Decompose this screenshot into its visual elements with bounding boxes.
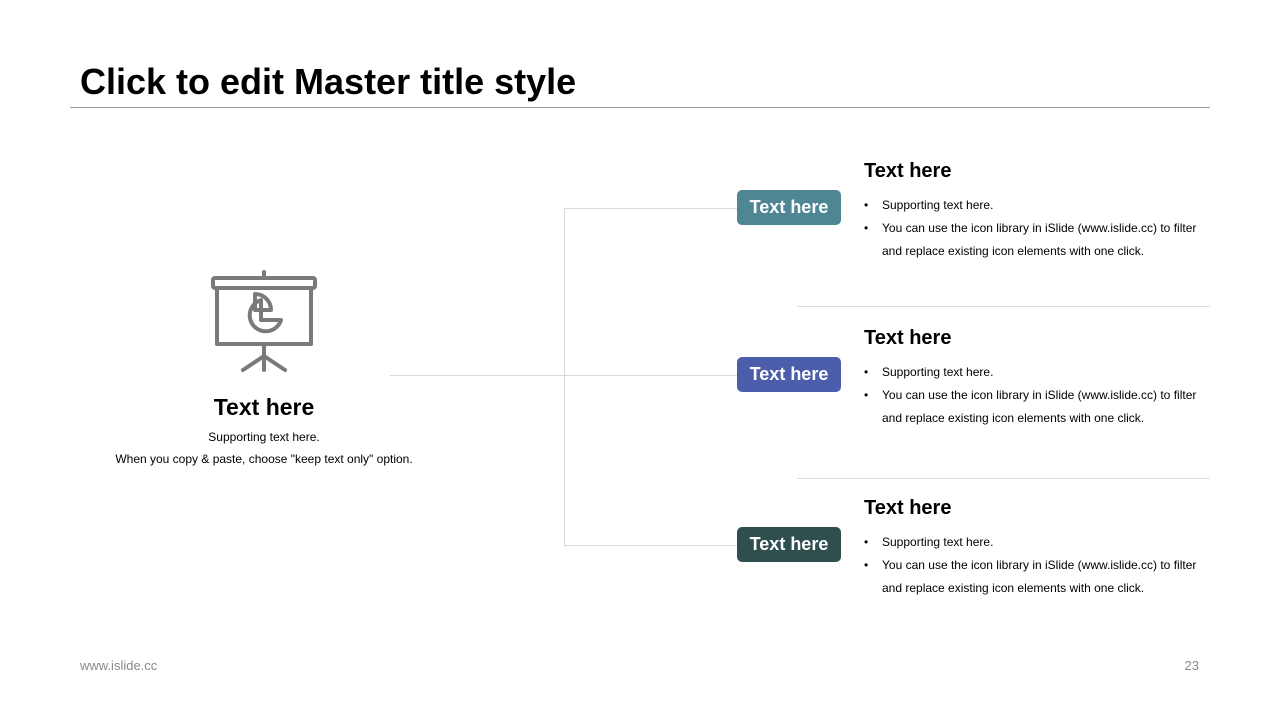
item-3: Text here • Supporting text here. • You ca… bbox=[864, 495, 1210, 600]
left-heading[interactable]: Text here bbox=[100, 392, 428, 422]
footer-website: www.islide.cc bbox=[80, 658, 158, 673]
item-3-bullets: • Supporting text here. • You can use the … bbox=[864, 531, 1210, 600]
bullet-item: • You can use the icon library in iSlide … bbox=[864, 217, 1210, 263]
bullet-item: • Supporting text here. bbox=[864, 194, 1210, 217]
bullet-text: You can use the icon library in iSlide (… bbox=[882, 388, 1197, 425]
bullet-text: Supporting text here. bbox=[882, 365, 994, 379]
left-supporting-line-2: When you copy & paste, choose "keep text… bbox=[115, 452, 413, 466]
bullet-item: • You can use the icon library in iSlide … bbox=[864, 384, 1210, 430]
bullet-dot: • bbox=[864, 365, 869, 379]
presentation-pie-chart-icon bbox=[211, 270, 317, 372]
divider-1 bbox=[797, 306, 1210, 307]
bullet-dot: • bbox=[864, 388, 869, 402]
connector-vertical bbox=[564, 208, 565, 546]
item-2-heading[interactable]: Text here bbox=[864, 325, 1210, 351]
item-1: Text here • Supporting text here. • You ca… bbox=[864, 158, 1210, 263]
item-2: Text here • Supporting text here. • You ca… bbox=[864, 325, 1210, 430]
left-summary-block: Text here Supporting text here. When you… bbox=[100, 270, 428, 470]
item-1-heading[interactable]: Text here bbox=[864, 158, 1210, 184]
bullet-text: You can use the icon library in iSlide (… bbox=[882, 221, 1197, 258]
bullet-text: Supporting text here. bbox=[882, 535, 994, 549]
item-3-heading[interactable]: Text here bbox=[864, 495, 1210, 521]
slide-title[interactable]: Click to edit Master title style bbox=[80, 60, 576, 104]
item-3-pill[interactable]: Text here bbox=[737, 527, 841, 562]
bullet-text: You can use the icon library in iSlide (… bbox=[882, 558, 1197, 595]
bullet-text: Supporting text here. bbox=[882, 198, 994, 212]
page-number: 23 bbox=[1184, 658, 1199, 673]
bullet-item: • Supporting text here. bbox=[864, 361, 1210, 384]
left-supporting-text[interactable]: Supporting text here. When you copy & pa… bbox=[100, 426, 428, 470]
bullet-dot: • bbox=[864, 198, 869, 212]
item-2-pill[interactable]: Text here bbox=[737, 357, 841, 392]
bullet-item: • You can use the icon library in iSlide … bbox=[864, 554, 1210, 600]
bullet-dot: • bbox=[864, 535, 869, 549]
connector-to-item-1 bbox=[564, 208, 737, 209]
item-1-bullets: • Supporting text here. • You can use the … bbox=[864, 194, 1210, 263]
item-2-bullets: • Supporting text here. • You can use the … bbox=[864, 361, 1210, 430]
title-underline bbox=[70, 107, 1210, 108]
divider-2 bbox=[797, 478, 1210, 479]
bullet-dot: • bbox=[864, 221, 869, 235]
item-1-pill[interactable]: Text here bbox=[737, 190, 841, 225]
bullet-item: • Supporting text here. bbox=[864, 531, 1210, 554]
connector-to-item-3 bbox=[564, 545, 737, 546]
left-supporting-line-1: Supporting text here. bbox=[208, 430, 320, 444]
bullet-dot: • bbox=[864, 558, 869, 572]
